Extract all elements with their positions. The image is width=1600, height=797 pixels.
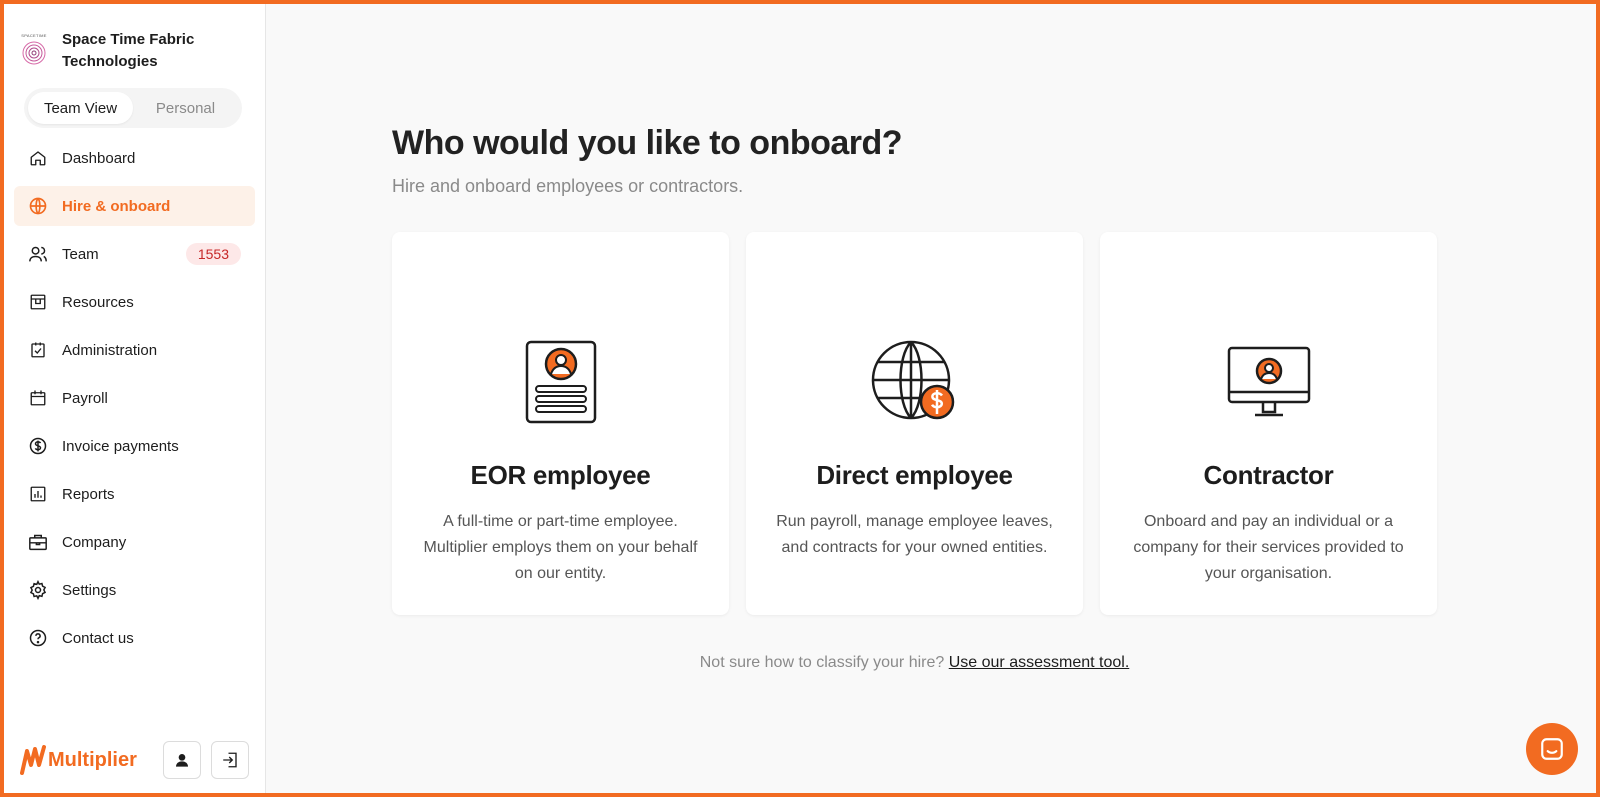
sidebar-footer: Multiplier <box>4 727 265 793</box>
sidebar-item-label: Invoice payments <box>62 437 179 455</box>
spiral-logo-icon <box>22 41 46 65</box>
help-text: Not sure how to classify your hire? <box>699 654 945 671</box>
app-window: SPACETIME Space Time Fabric Technologies… <box>4 4 1596 793</box>
dollar-circle-icon <box>28 436 48 456</box>
calendar-icon <box>28 388 48 408</box>
sidebar-item-label: Hire & onboard <box>62 197 171 215</box>
tab-personal[interactable]: Personal <box>133 92 238 124</box>
sidebar-item-label: Resources <box>62 293 134 311</box>
page-subtitle: Hire and onboard employees or contractor… <box>392 176 744 196</box>
sidebar-item-dashboard[interactable]: Dashboard <box>14 138 255 178</box>
card-title: EOR employee <box>470 460 651 490</box>
id-document-icon <box>515 336 607 428</box>
sidebar-item-payroll[interactable]: Payroll <box>14 378 255 418</box>
sidebar-item-label: Settings <box>62 581 117 599</box>
card-title: Direct employee <box>816 460 1013 490</box>
resources-icon <box>28 292 48 312</box>
sidebar-item-resources[interactable]: Resources <box>14 282 255 322</box>
card-title: Contractor <box>1203 460 1334 490</box>
classification-help: Not sure how to classify your hire? Use … <box>392 654 1437 672</box>
card-description: A full-time or part-time employee. Multi… <box>423 513 698 582</box>
chat-icon <box>1541 738 1563 760</box>
sidebar-item-administration[interactable]: Administration <box>14 330 255 370</box>
sidebar-item-settings[interactable]: Settings <box>14 570 255 610</box>
sidebar-item-hire-onboard[interactable]: Hire & onboard <box>14 186 255 226</box>
sidebar-item-reports[interactable]: Reports <box>14 474 255 514</box>
sidebar-item-label: Reports <box>62 485 115 503</box>
question-circle-icon <box>28 628 48 648</box>
gear-icon <box>28 580 48 600</box>
clipboard-check-icon <box>28 340 48 360</box>
page-title: Who would you like to onboard? <box>392 124 903 162</box>
sidebar-item-label: Dashboard <box>62 149 136 167</box>
company-name: Space Time Fabric Technologies <box>62 31 195 70</box>
sidebar-item-label: Administration <box>62 341 158 359</box>
card-description: Onboard and pay an individual or a compa… <box>1133 513 1404 582</box>
card-contractor[interactable]: Contractor Onboard and pay an individual… <box>1100 232 1437 615</box>
sidebar-item-contact-us[interactable]: Contact us <box>14 618 255 658</box>
sidebar-item-label: Company <box>62 533 127 551</box>
card-direct-employee[interactable]: Direct employee Run payroll, manage empl… <box>746 232 1083 615</box>
users-icon <box>28 244 48 264</box>
logout-button[interactable] <box>211 741 249 779</box>
assessment-tool-link[interactable]: Use our assessment tool. <box>949 654 1130 671</box>
sidebar-item-team[interactable]: Team 1553 <box>14 234 255 274</box>
sidebar-item-company[interactable]: Company <box>14 522 255 562</box>
profile-button[interactable] <box>163 741 201 779</box>
card-description: Run payroll, manage employee leaves, and… <box>776 513 1053 556</box>
multiplier-logo-icon <box>20 745 46 775</box>
sidebar-item-invoice-payments[interactable]: Invoice payments <box>14 426 255 466</box>
sidebar-nav: Dashboard Hire & onboard Team 1553 Resou… <box>4 138 265 658</box>
user-icon <box>176 754 188 767</box>
main-content: Who would you like to onboard? Hire and … <box>266 4 1596 793</box>
globe-icon <box>28 196 48 216</box>
company-logo-text: SPACETIME <box>21 33 47 38</box>
chat-launcher-button[interactable] <box>1526 723 1578 775</box>
company-logo: SPACETIME <box>20 33 48 69</box>
team-count-badge: 1553 <box>185 243 241 265</box>
sidebar-item-label: Team <box>62 245 99 263</box>
sidebar-item-label: Contact us <box>62 629 134 647</box>
briefcase-icon <box>28 532 48 552</box>
sidebar-item-label: Payroll <box>62 389 108 407</box>
sidebar: SPACETIME Space Time Fabric Technologies… <box>4 4 266 793</box>
logout-icon <box>223 752 237 768</box>
onboard-options: EOR employee A full-time or part-time em… <box>392 232 1437 615</box>
globe-dollar-icon <box>869 336 961 428</box>
multiplier-logo[interactable]: Multiplier <box>20 745 153 775</box>
tab-team-view[interactable]: Team View <box>28 92 133 124</box>
view-toggle: Team View Personal <box>24 88 242 128</box>
card-eor-employee[interactable]: EOR employee A full-time or part-time em… <box>392 232 729 615</box>
bar-chart-icon <box>28 484 48 504</box>
home-icon <box>28 148 48 168</box>
brand-name: Multiplier <box>48 748 137 771</box>
company-header[interactable]: SPACETIME Space Time Fabric Technologies <box>4 4 265 76</box>
monitor-user-icon <box>1223 336 1315 428</box>
